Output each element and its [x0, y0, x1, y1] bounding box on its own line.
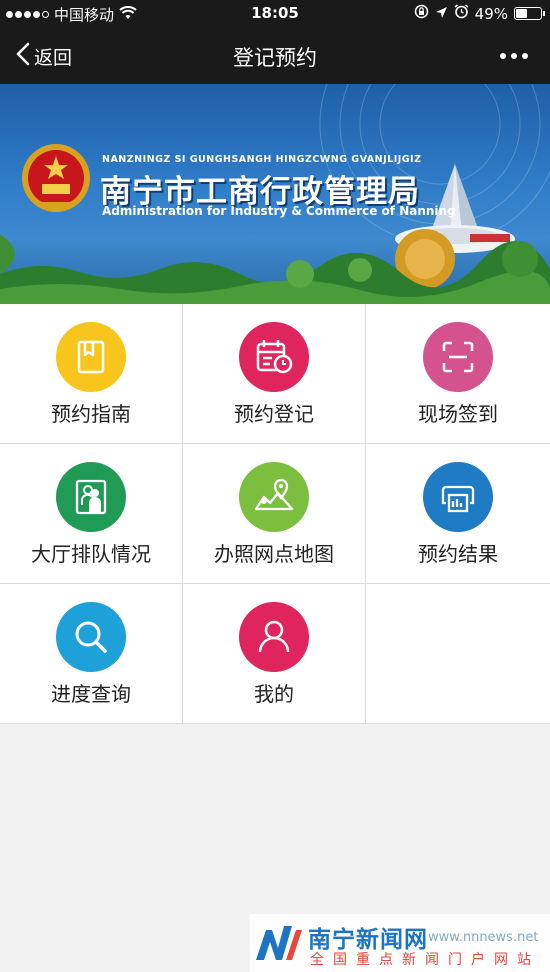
battery-icon [514, 7, 545, 20]
user-icon [239, 602, 309, 672]
status-bar: 中国移动 18:05 49% [0, 0, 550, 28]
book-icon [56, 322, 126, 392]
banner-subtitle: Administration for Industry & Commerce o… [102, 204, 456, 218]
map-pin-icon [239, 462, 309, 532]
location-icon [435, 5, 448, 23]
grid-item-booking-register[interactable]: 预约登记 [183, 304, 366, 444]
grid-item-progress-query[interactable]: 进度查询 [0, 584, 183, 724]
printer-icon [423, 462, 493, 532]
search-icon [56, 602, 126, 672]
battery-percent: 49% [474, 4, 508, 23]
watermark-slogan: 全国重点新闻门户网站 [310, 952, 540, 968]
status-right: 49% [414, 4, 545, 23]
watermark-url: www.nnnews.net [428, 930, 539, 945]
page-title: 登记预约 [233, 46, 317, 70]
grid-item-checkin[interactable]: 现场签到 [366, 304, 550, 444]
more-menu-button[interactable] [500, 53, 528, 59]
grid-item-label: 我的 [254, 682, 294, 706]
calendar-clock-icon [239, 322, 309, 392]
nnnews-logo-icon [256, 926, 302, 960]
grid-item-label: 进度查询 [51, 682, 131, 706]
grid-item-label: 预约登记 [234, 402, 314, 426]
emblem-icon [22, 144, 90, 212]
banner-pinyin: NANZNINGZ SI GUNGHSANGH HINGZCWNG GVANJL… [102, 154, 422, 165]
grid-item-office-map[interactable]: 办照网点地图 [183, 444, 366, 584]
grid-item-label: 预约结果 [418, 542, 498, 566]
watermark: 南宁新闻网 www.nnnews.net 全国重点新闻门户网站 [250, 914, 550, 972]
grid-empty-cell [366, 584, 550, 724]
grid-item-booking-result[interactable]: 预约结果 [366, 444, 550, 584]
banner: NANZNINGZ SI GUNGHSANGH HINGZCWNG GVANJL… [0, 84, 550, 304]
grid-item-hall-queue[interactable]: 大厅排队情况 [0, 444, 183, 584]
grid-item-mine[interactable]: 我的 [183, 584, 366, 724]
service-grid: 预约指南 预约登记 现场签到 大厅排队情况 办照网点地图 预约结果 进度查询 我… [0, 304, 550, 724]
grid-item-label: 现场签到 [418, 402, 498, 426]
alarm-icon [454, 4, 469, 23]
scan-icon [423, 322, 493, 392]
grid-item-booking-guide[interactable]: 预约指南 [0, 304, 183, 444]
nav-bar: 返回 登记预约 [0, 28, 550, 84]
queue-people-icon [56, 462, 126, 532]
lock-rotation-icon [414, 4, 429, 23]
grid-item-label: 预约指南 [51, 402, 131, 426]
grid-item-label: 办照网点地图 [214, 542, 334, 566]
grid-item-label: 大厅排队情况 [31, 542, 151, 566]
